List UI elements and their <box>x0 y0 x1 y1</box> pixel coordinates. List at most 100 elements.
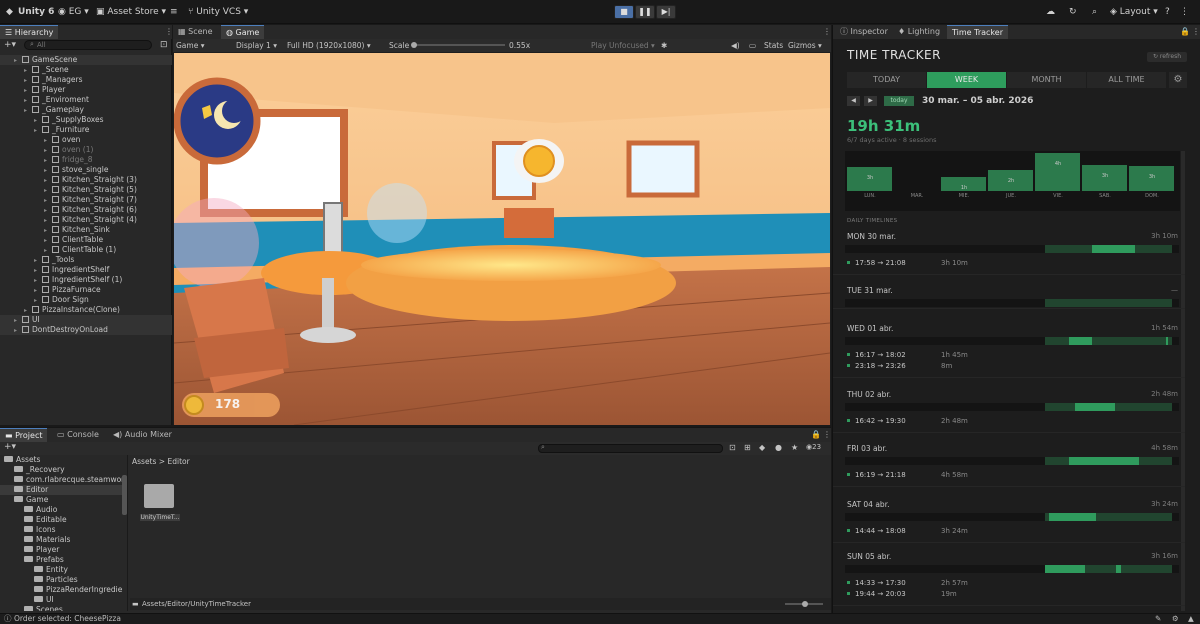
pause-button[interactable]: ❚❚ <box>635 5 655 19</box>
breadcrumb-item-editor[interactable]: Editor <box>167 457 189 466</box>
hierarchy-item[interactable]: ▸ stove_single <box>0 165 108 175</box>
session-bar[interactable] <box>1045 565 1085 573</box>
folder-item[interactable]: UnityTimeT... <box>140 480 180 530</box>
play-button[interactable]: ■ <box>614 5 634 19</box>
tab-console[interactable]: ▭ Console <box>52 428 104 442</box>
panel-menu-icon[interactable]: ⋮ <box>1187 25 1200 39</box>
breadcrumb-item-assets[interactable]: Assets <box>132 457 156 466</box>
today-button[interactable]: today <box>884 96 914 106</box>
resolution-dropdown[interactable]: Full HD (1920x1080) ▾ <box>287 39 371 52</box>
prev-week-button[interactable]: ◀ <box>847 96 860 106</box>
tab-project[interactable]: ▬ Project <box>0 428 48 442</box>
cloud-sync-icon[interactable]: ≡ <box>170 5 178 19</box>
view-mode-dropdown[interactable]: Game ▾ <box>176 39 204 52</box>
hierarchy-scene-row[interactable]: ▸ UI <box>0 315 172 325</box>
project-folder-row[interactable]: Editor <box>0 485 122 495</box>
project-folder-row[interactable]: Entity <box>0 565 122 575</box>
session-bar[interactable] <box>1166 337 1168 345</box>
icon-size-slider-handle[interactable] <box>802 601 808 607</box>
tab-time-tracker[interactable]: Time Tracker <box>947 25 1008 39</box>
gizmos-dropdown[interactable]: Gizmos ▾ <box>788 39 822 52</box>
range-all-time[interactable]: ALL TIME <box>1087 72 1166 88</box>
search-icon[interactable]: ⌕ <box>1092 5 1097 19</box>
hierarchy-scene-row[interactable]: ▸ DontDestroyOnLoad <box>0 325 172 335</box>
hierarchy-item[interactable]: ▸ _Furniture <box>0 125 89 135</box>
hierarchy-item[interactable]: ▸ _Gameplay <box>0 105 84 115</box>
hierarchy-item[interactable]: ▸ IngredientShelf <box>0 265 109 275</box>
step-button[interactable]: ▶| <box>656 5 676 19</box>
project-folder-row[interactable]: _Recovery <box>0 465 122 475</box>
hierarchy-item[interactable]: ▸ _Scene <box>0 65 69 75</box>
project-folder-row[interactable]: Game <box>0 495 122 505</box>
project-folder-row[interactable]: Editable <box>0 515 122 525</box>
session-bar[interactable] <box>1116 565 1121 573</box>
project-folder-row[interactable]: Player <box>0 545 122 555</box>
hierarchy-search-input[interactable] <box>24 40 152 50</box>
account-dropdown[interactable]: ◉ EG ▾ <box>58 5 89 19</box>
refresh-button[interactable]: ↻ refresh <box>1147 52 1187 62</box>
hierarchy-item[interactable]: ▸ Kitchen_Straight (5) <box>0 185 137 195</box>
tree-scrollbar[interactable] <box>122 475 127 515</box>
notification-icon[interactable]: ▲ <box>1188 614 1194 624</box>
add-icon[interactable]: +▾ <box>4 40 16 50</box>
hierarchy-item[interactable]: ▸ _SupplyBoxes <box>0 115 104 125</box>
tab-scene[interactable]: ▦ Scene <box>173 25 218 39</box>
session-bar[interactable] <box>1069 337 1092 345</box>
debug-icon[interactable]: ✎ <box>1155 614 1161 624</box>
project-search-input[interactable] <box>538 444 723 453</box>
display-dropdown[interactable]: Display 1 ▾ <box>236 39 277 52</box>
settings-icon[interactable]: ⚙ <box>1169 72 1187 88</box>
vcs-button[interactable]: ⑂ Unity VCS ▾ <box>188 5 248 19</box>
project-folder-row[interactable]: Audio <box>0 505 122 515</box>
play-mode-dropdown[interactable]: Play Unfocused ▾ <box>591 39 655 52</box>
scale-slider-handle[interactable] <box>411 42 417 48</box>
tab-lighting[interactable]: ♦ Lighting <box>893 25 945 39</box>
hierarchy-item[interactable]: ▸ PizzaFurnace <box>0 285 101 295</box>
project-folder-row[interactable]: Particles <box>0 575 122 585</box>
label-filter-icon[interactable]: ◆ <box>759 443 765 452</box>
project-folder-row[interactable]: PizzaRenderIngredie <box>0 585 122 595</box>
tab-inspector[interactable]: ⓘ Inspector <box>835 25 893 39</box>
hierarchy-item[interactable]: ▸ IngredientShelf (1) <box>0 275 122 285</box>
project-folder-row[interactable]: UI <box>0 595 122 605</box>
scale-slider[interactable] <box>413 44 505 46</box>
log-filter-icon[interactable]: ● <box>775 443 782 452</box>
filter-icon[interactable]: ⊡ <box>160 40 168 50</box>
hierarchy-item[interactable]: ▸ _Managers <box>0 75 83 85</box>
project-folder-row[interactable]: Icons <box>0 525 122 535</box>
hierarchy-scene-row[interactable]: ▸ GameScene <box>0 55 172 65</box>
hierarchy-item[interactable]: ▸ Kitchen_Sink <box>0 225 110 235</box>
hierarchy-item[interactable]: ▸ oven (1) <box>0 145 93 155</box>
project-folder-row[interactable]: com.rlabrecque.steamwor <box>0 475 124 485</box>
project-folder-row[interactable]: Assets <box>0 455 122 465</box>
session-bar[interactable] <box>1092 245 1135 253</box>
tab-game[interactable]: ◍ Game <box>221 25 265 39</box>
hierarchy-item[interactable]: ▸ Kitchen_Straight (3) <box>0 175 137 185</box>
range-today[interactable]: TODAY <box>847 72 926 88</box>
mute-audio-icon[interactable]: ◀) <box>731 39 740 52</box>
asset-store-button[interactable]: ▣ Asset Store ▾ <box>96 5 166 19</box>
bug-icon[interactable]: ✱ <box>661 39 667 52</box>
hierarchy-item[interactable]: ▸ Kitchen_Straight (4) <box>0 215 137 225</box>
hierarchy-item[interactable]: ▸ oven <box>0 135 80 145</box>
expand-arrow-icon[interactable]: ▸ <box>14 326 22 336</box>
hierarchy-item[interactable]: ▸ fridge_8 <box>0 155 92 165</box>
add-icon[interactable]: +▾ <box>4 442 16 452</box>
hierarchy-item[interactable]: ▸ Player <box>0 85 65 95</box>
tab-hierarchy[interactable]: ☰ Hierarchy <box>0 25 59 39</box>
session-bar[interactable] <box>1069 457 1139 465</box>
stats-button[interactable]: Stats <box>764 39 783 52</box>
session-bar[interactable] <box>1049 513 1096 521</box>
hierarchy-item[interactable]: ▸ _Enviroment <box>0 95 89 105</box>
favorite-icon[interactable]: ★ <box>791 443 798 452</box>
game-viewport[interactable]: 178 <box>174 53 830 425</box>
scene-filter-icon[interactable]: ⊡ <box>729 443 736 452</box>
next-week-button[interactable]: ▶ <box>864 96 877 106</box>
range-week[interactable]: WEEK <box>927 72 1006 88</box>
help-icon[interactable]: ? <box>1165 5 1170 19</box>
session-bar[interactable] <box>1075 403 1115 411</box>
hierarchy-item[interactable]: ▸ _Tools <box>0 255 74 265</box>
hierarchy-item[interactable]: ▸ PizzaInstance(Clone) <box>0 305 120 315</box>
type-filter-icon[interactable]: ⊞ <box>744 443 751 452</box>
project-folder-row[interactable]: Materials <box>0 535 122 545</box>
